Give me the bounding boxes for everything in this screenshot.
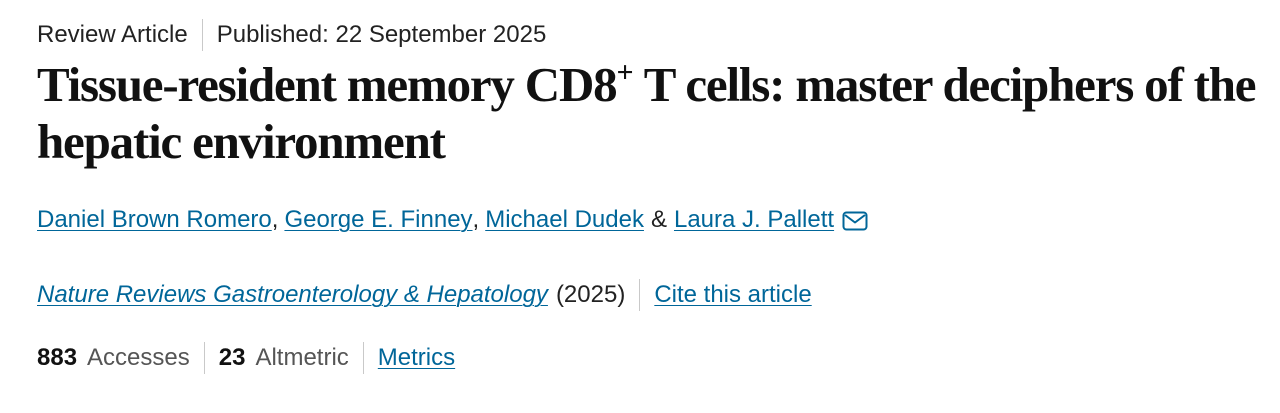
article-meta: Review Article Published: 22 September 2…	[37, 19, 546, 51]
metrics-divider-1	[203, 342, 205, 374]
journal-link[interactable]: Nature Reviews Gastroenterology & Hepato…	[37, 281, 548, 309]
accesses-count: 883	[37, 344, 78, 371]
journal-row: Nature Reviews Gastroenterology & Hepato…	[37, 278, 812, 312]
title-part-1: Tissue-resident memory CD8	[37, 57, 618, 112]
altmetric-label: Altmetric	[255, 344, 349, 371]
article-type: Review Article	[37, 21, 188, 48]
metrics-link[interactable]: Metrics	[378, 344, 455, 372]
author-link-4[interactable]: Laura J. Pallett	[674, 204, 834, 236]
author-link-1[interactable]: Daniel Brown Romero	[37, 204, 272, 236]
author-link-2[interactable]: George E. Finney	[284, 204, 472, 236]
author-link-3[interactable]: Michael Dudek	[485, 204, 644, 236]
cite-article-link[interactable]: Cite this article	[654, 281, 811, 309]
author-ampersand: &	[650, 206, 667, 233]
article-title: Tissue-resident memory CD8+ T cells: mas…	[37, 56, 1267, 170]
altmetric-count: 23	[218, 344, 246, 371]
metrics-divider-2	[362, 342, 364, 374]
metrics-row: 883 Accesses 23 Altmetric Metrics	[37, 341, 455, 375]
accesses-label: Accesses	[87, 344, 190, 371]
journal-year: (2025)	[555, 281, 626, 308]
author-comma-2: ,	[472, 206, 480, 233]
title-superscript: +	[616, 55, 634, 89]
author-list: Daniel Brown Romero , George E. Finney ,…	[37, 204, 868, 236]
author-comma-1: ,	[271, 206, 279, 233]
journal-divider	[639, 279, 641, 311]
published-date: Published: 22 September 2025	[216, 21, 547, 48]
meta-divider	[201, 19, 203, 51]
mail-icon[interactable]	[842, 208, 868, 231]
